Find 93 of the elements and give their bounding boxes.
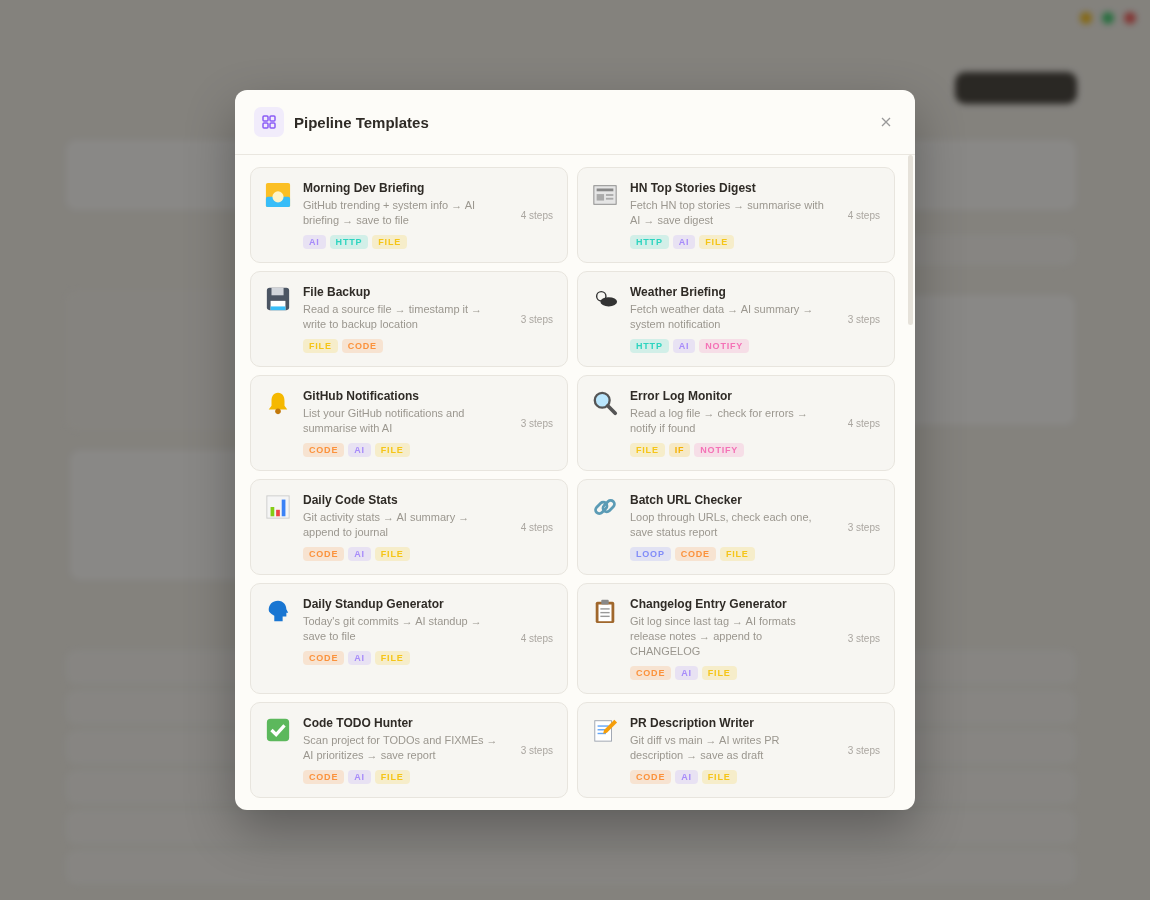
- step-count: 3 steps: [847, 521, 880, 533]
- step-tag: FILE: [701, 666, 737, 680]
- step-tag: AI: [348, 547, 371, 561]
- step-tag: CODE: [303, 770, 345, 784]
- template-description: Fetch HN top stories → summarise with AI → save digest: [630, 198, 825, 228]
- dialog-title: Pipeline Templates: [294, 113, 430, 131]
- step-tag: AI: [675, 770, 698, 784]
- template-card[interactable]: Daily Standup Generator Today's git commits → AI standup → save to file CODE AI FILE 4 steps: [250, 583, 568, 694]
- step-count: 3 steps: [520, 417, 553, 429]
- magnifier-icon: [592, 390, 618, 416]
- template-card[interactable]: File Backup Read a source file → timestamp it → write to backup location FILE CODE 3 steps: [250, 271, 568, 367]
- step-tag: FILE: [374, 651, 410, 665]
- template-title: Changelog Entry Generator: [630, 597, 788, 611]
- step-tag: AI: [675, 666, 698, 680]
- step-tag: FILE: [719, 547, 755, 561]
- template-card[interactable]: Weather Briefing Fetch weather data → AI summary → system notification HTTP AI NOTIFY 3 steps: [577, 271, 895, 367]
- step-tag: AI: [303, 235, 326, 249]
- step-count: 3 steps: [847, 633, 880, 644]
- template-title: Error Log Monitor: [630, 389, 733, 403]
- step-tag: CODE: [674, 547, 716, 561]
- step-tag: CODE: [630, 770, 672, 784]
- step-tag: FILE: [374, 547, 410, 561]
- step-tag: FILE: [374, 770, 410, 784]
- template-card[interactable]: Batch URL Checker Loop through URLs, check each one, save status report LOOP CODE FILE 3 steps: [577, 479, 895, 575]
- template-description: Git log since last tag → AI formats release notes → append to CHANGELOG: [630, 614, 797, 659]
- step-tag: HTTP: [630, 235, 669, 249]
- floppy-icon: [265, 286, 291, 312]
- template-card[interactable]: GitHub Notifications List your GitHub notifications and summarise with AI CODE AI FILE 3 steps: [250, 375, 568, 471]
- memo-icon: [592, 717, 618, 743]
- step-tag: HTTP: [630, 339, 669, 353]
- step-tag: FILE: [303, 339, 338, 353]
- template-card[interactable]: Code TODO Hunter Scan project for TODOs and FIXMEs → AI prioritizes → save report CODE AI FILE 3 steps: [250, 702, 568, 798]
- step-tag: CODE: [303, 651, 345, 665]
- step-tag: NOTIFY: [694, 443, 745, 457]
- step-count: 3 steps: [520, 313, 553, 325]
- step-count: 4 steps: [520, 209, 553, 221]
- step-tag: AI: [348, 651, 371, 665]
- step-tag: FILE: [372, 235, 407, 249]
- template-title: Batch URL Checker: [630, 493, 743, 507]
- template-title: Daily Standup Generator: [303, 597, 445, 611]
- step-count: 3 steps: [847, 744, 880, 756]
- step-tag: FILE: [630, 443, 665, 457]
- template-description: Git activity stats → AI summary → append to journal: [303, 510, 471, 540]
- template-title: HN Top Stories Digest: [630, 181, 757, 195]
- template-title: Weather Briefing: [630, 285, 727, 299]
- template-card[interactable]: Changelog Entry Generator Git log since last tag → AI formats release notes → append to CHANGELOG CODE AI FILE 3 steps: [577, 583, 895, 694]
- template-description: Read a log file → check for errors → notify if found: [630, 406, 809, 436]
- template-card[interactable]: Daily Code Stats Git activity stats → AI summary → append to journal CODE AI FILE 4 steps: [250, 479, 568, 575]
- grid-icon: [254, 107, 284, 137]
- chart-icon: [265, 494, 291, 520]
- template-title: GitHub Notifications: [303, 389, 420, 403]
- sunrise-icon: [265, 182, 291, 208]
- template-description: Git diff vs main → AI writes PR description → save as draft: [630, 733, 781, 763]
- template-description: Today's git commits → AI standup → save to file: [303, 614, 483, 644]
- template-description: GitHub trending + system info → AI briefing → save to file: [303, 198, 477, 228]
- close-icon[interactable]: [881, 117, 891, 127]
- step-count: 3 steps: [847, 313, 880, 325]
- template-card[interactable]: HN Top Stories Digest Fetch HN top stories → summarise with AI → save digest HTTP AI FILE 4 steps: [577, 167, 895, 263]
- step-tag: AI: [672, 235, 696, 249]
- step-tag: CODE: [303, 547, 345, 561]
- step-tag: NOTIFY: [699, 339, 750, 353]
- step-count: 4 steps: [847, 209, 880, 221]
- step-count: 4 steps: [520, 521, 553, 533]
- template-title: Morning Dev Briefing: [303, 181, 426, 195]
- template-description: Fetch weather data → AI summary → system notification: [630, 302, 815, 332]
- step-tag: FILE: [699, 235, 734, 249]
- template-description: Read a source file → timestamp it → write to backup location: [303, 302, 484, 332]
- step-count: 3 steps: [520, 744, 553, 756]
- template-card[interactable]: Morning Dev Briefing GitHub trending + system info → AI briefing → save to file AI HTTP FILE 4 steps: [250, 167, 568, 263]
- step-tag: AI: [672, 339, 696, 353]
- template-title: Code TODO Hunter: [303, 716, 414, 730]
- template-title: File Backup: [303, 285, 372, 299]
- step-tag: CODE: [630, 666, 672, 680]
- step-tag: FILE: [374, 443, 410, 457]
- step-tag: FILE: [701, 770, 737, 784]
- template-description: Scan project for TODOs and FIXMEs → AI prioritizes → save report: [303, 733, 499, 763]
- template-description: List your GitHub notifications and summarise with AI: [303, 406, 466, 436]
- check-icon: [265, 717, 291, 743]
- step-tag: HTTP: [329, 235, 369, 249]
- template-title: PR Description Writer: [630, 716, 755, 730]
- step-tag: CODE: [341, 339, 383, 353]
- step-count: 4 steps: [847, 417, 880, 429]
- step-count: 4 steps: [520, 633, 553, 644]
- step-tag: IF: [668, 443, 691, 457]
- step-tag: AI: [348, 770, 371, 784]
- step-tag: AI: [348, 443, 371, 457]
- template-card[interactable]: PR Description Writer Git diff vs main → AI writes PR description → save as draft CODE AI FILE 3 steps: [577, 702, 895, 798]
- template-description: Loop through URLs, check each one, save status report: [630, 510, 813, 540]
- template-card[interactable]: Error Log Monitor Read a log file → check for errors → notify if found FILE IF NOTIFY 4 steps: [577, 375, 895, 471]
- newspaper-icon: [592, 182, 618, 208]
- step-tag: LOOP: [630, 547, 671, 561]
- template-title: Daily Code Stats: [303, 493, 399, 507]
- step-tag: CODE: [303, 443, 345, 457]
